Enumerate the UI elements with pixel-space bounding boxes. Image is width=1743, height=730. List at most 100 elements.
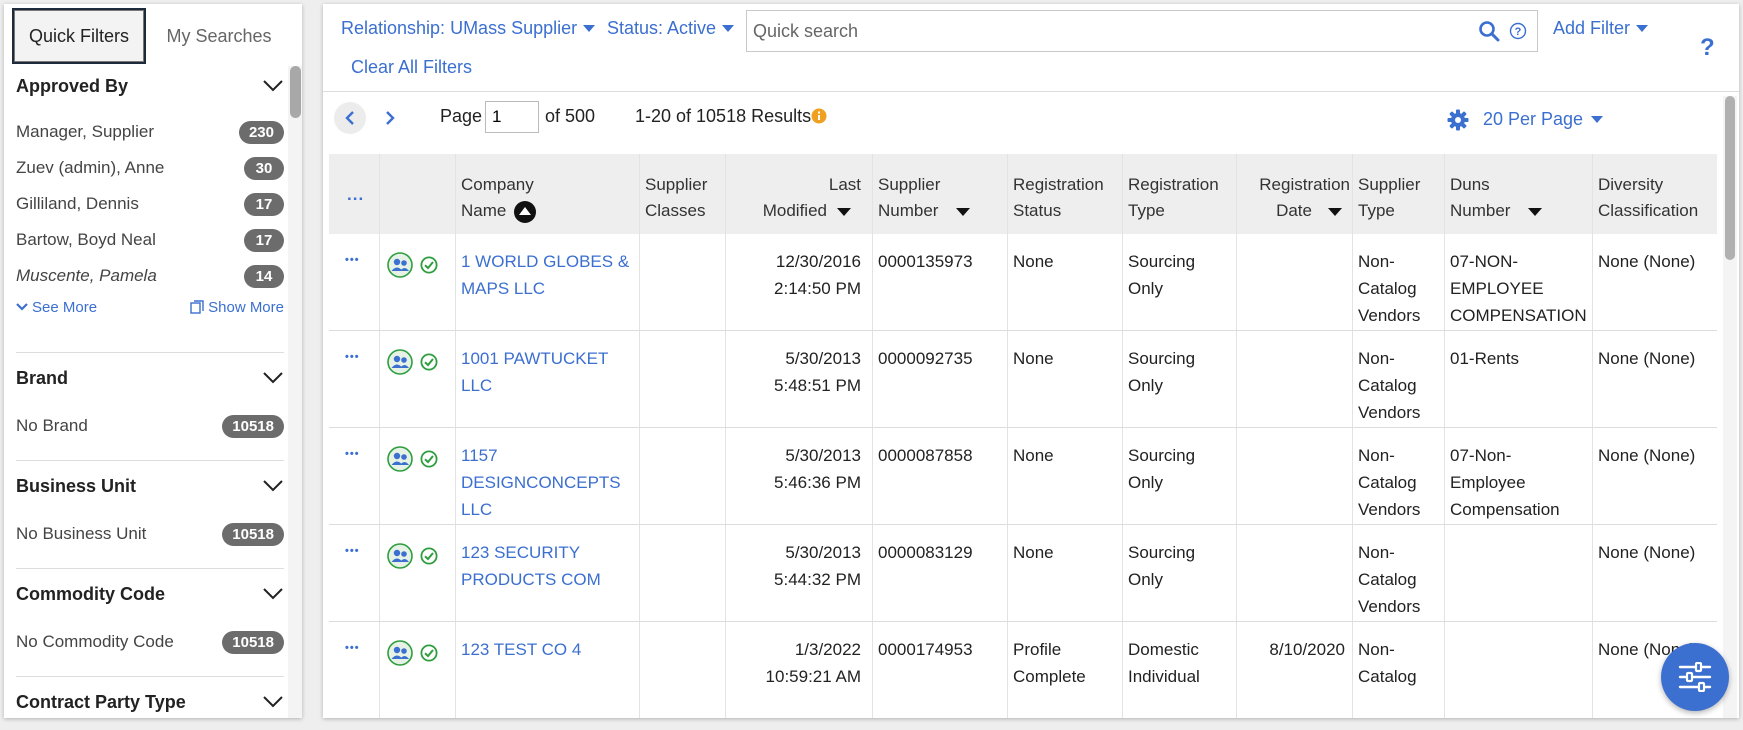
supplier-people-icon[interactable] bbox=[387, 543, 413, 569]
table-row[interactable]: ••• 123 SECURITY PRODUCTS COM 5/30/2013 5:44… bbox=[329, 525, 1717, 622]
table-row[interactable]: ••• 1001 PAWTUCKET LLC 5/30/2013 5:48:51 PM 0… bbox=[329, 331, 1717, 428]
cell-supplier-type: Non- Catalog Vendors bbox=[1358, 345, 1443, 426]
sort-down-icon[interactable] bbox=[1328, 207, 1342, 216]
header-supplier-type[interactable]: Supplier Type bbox=[1358, 154, 1438, 234]
show-more-link[interactable]: Show More bbox=[190, 299, 284, 316]
chevron-down-icon[interactable] bbox=[262, 79, 284, 93]
chevron-down-icon[interactable] bbox=[262, 479, 284, 493]
results-scrollbar[interactable] bbox=[1723, 96, 1737, 718]
prev-page-button[interactable] bbox=[334, 102, 366, 134]
quick-filters-panel: Quick Filters My Searches Approved By Ma… bbox=[4, 4, 302, 718]
next-page-button[interactable] bbox=[375, 102, 405, 134]
filter-scrollbar[interactable] bbox=[288, 66, 302, 718]
row-actions-menu[interactable]: ••• bbox=[345, 351, 360, 363]
header-supplier-number[interactable]: Supplier Number bbox=[878, 154, 988, 234]
supplier-people-icon[interactable] bbox=[387, 640, 413, 666]
cell-line[interactable]: PRODUCTS COM bbox=[461, 566, 637, 593]
table-row[interactable]: ••• 123 TEST CO 4 1/3/2022 10:59:21 AM 00001… bbox=[329, 622, 1717, 718]
see-more-link[interactable]: See More bbox=[16, 299, 97, 316]
section-header[interactable]: Contract Party Type bbox=[16, 684, 284, 718]
cell-company[interactable]: 123 TEST CO 4 bbox=[461, 636, 637, 663]
caret-down-icon bbox=[1591, 116, 1604, 123]
quick-search-input[interactable] bbox=[753, 17, 1453, 45]
cell-number: 0000092735 bbox=[878, 345, 1003, 372]
filter-option[interactable]: Muscente, Pamela 14 bbox=[16, 258, 284, 294]
filter-option[interactable]: Zuev (admin), Anne 30 bbox=[16, 150, 284, 186]
status-filter[interactable]: Status: Active bbox=[607, 18, 735, 39]
section-title: Brand bbox=[16, 367, 69, 388]
section-header[interactable]: Brand bbox=[16, 360, 284, 396]
row-actions-menu[interactable]: ••• bbox=[345, 545, 360, 557]
cell-line: 5:44:32 PM bbox=[774, 570, 861, 589]
cell-line: 0000174953 bbox=[878, 640, 973, 659]
section-header[interactable]: Business Unit bbox=[16, 468, 284, 504]
search-icon[interactable] bbox=[1478, 20, 1500, 42]
divider bbox=[16, 352, 284, 353]
header-supplier-classes[interactable]: Supplier Classes bbox=[645, 154, 725, 234]
cell-reg-type: Sourcing Only bbox=[1128, 442, 1233, 496]
supplier-people-icon[interactable] bbox=[387, 349, 413, 375]
sort-down-icon[interactable] bbox=[1528, 207, 1543, 216]
cell-company[interactable]: 1001 PAWTUCKET LLC bbox=[461, 345, 637, 399]
header-actions-menu[interactable]: ... bbox=[347, 154, 364, 234]
per-page-select[interactable]: 20 Per Page bbox=[1483, 109, 1604, 130]
row-actions-menu[interactable]: ••• bbox=[345, 254, 360, 266]
cell-line[interactable]: MAPS LLC bbox=[461, 275, 637, 302]
cell-line[interactable]: 1 WORLD GLOBES & bbox=[461, 248, 637, 275]
tab-quick-filters[interactable]: Quick Filters bbox=[12, 8, 146, 64]
sort-ascending-icon[interactable] bbox=[514, 200, 537, 223]
cell-line[interactable]: 1001 PAWTUCKET bbox=[461, 345, 637, 372]
cell-company[interactable]: 1157 DESIGNCONCEPTS LLC bbox=[461, 442, 637, 523]
cell-line[interactable]: 123 TEST CO 4 bbox=[461, 636, 637, 663]
filter-tabs: Quick Filters My Searches bbox=[12, 8, 294, 64]
table-row[interactable]: ••• 1157 DESIGNCONCEPTS LLC 5/30/2013 5:46:36… bbox=[329, 428, 1717, 525]
sort-down-icon[interactable] bbox=[956, 207, 971, 216]
filter-option[interactable]: No Business Unit 10518 bbox=[16, 516, 284, 552]
header-text: Duns bbox=[1450, 175, 1490, 194]
filter-option[interactable]: No Brand 10518 bbox=[16, 408, 284, 444]
section-header[interactable]: Approved By bbox=[16, 68, 284, 104]
supplier-people-icon[interactable] bbox=[387, 446, 413, 472]
help-button[interactable]: ? bbox=[1700, 34, 1715, 62]
chevron-down-icon[interactable] bbox=[262, 587, 284, 601]
cell-company[interactable]: 1 WORLD GLOBES & MAPS LLC bbox=[461, 248, 637, 302]
filter-option[interactable]: Bartow, Boyd Neal 17 bbox=[16, 222, 284, 258]
section-header[interactable]: Commodity Code bbox=[16, 576, 284, 612]
filter-option[interactable]: Gilliland, Dennis 17 bbox=[16, 186, 284, 222]
row-actions-menu[interactable]: ••• bbox=[345, 448, 360, 460]
cell-line[interactable]: LLC bbox=[461, 496, 637, 523]
header-diversity-classification[interactable]: Diversity Classification bbox=[1598, 154, 1716, 234]
filter-settings-fab[interactable] bbox=[1661, 643, 1729, 711]
filter-option[interactable]: No Commodity Code 10518 bbox=[16, 624, 284, 660]
header-registration-status[interactable]: Registration Status bbox=[1013, 154, 1123, 234]
sort-down-icon[interactable] bbox=[837, 207, 851, 216]
chevron-down-icon[interactable] bbox=[262, 695, 284, 709]
scrollbar-thumb[interactable] bbox=[1725, 96, 1735, 260]
supplier-people-icon[interactable] bbox=[387, 252, 413, 278]
cell-line[interactable]: LLC bbox=[461, 372, 637, 399]
cell-line[interactable]: DESIGNCONCEPTS bbox=[461, 469, 637, 496]
row-actions-menu[interactable]: ••• bbox=[345, 642, 360, 654]
cell-line[interactable]: 123 SECURITY bbox=[461, 539, 637, 566]
tab-my-searches[interactable]: My Searches bbox=[152, 8, 286, 64]
add-filter-button[interactable]: Add Filter bbox=[1553, 18, 1649, 39]
gear-icon[interactable] bbox=[1447, 109, 1469, 131]
header-registration-type[interactable]: Registration Type bbox=[1128, 154, 1238, 234]
scrollbar-thumb[interactable] bbox=[290, 66, 301, 118]
cell-company[interactable]: 123 SECURITY PRODUCTS COM bbox=[461, 539, 637, 593]
section-title: Contract Party Type bbox=[16, 691, 186, 712]
info-icon[interactable] bbox=[811, 108, 827, 124]
chevron-down-icon[interactable] bbox=[262, 371, 284, 385]
clear-all-filters-link[interactable]: Clear All Filters bbox=[351, 57, 472, 78]
cell-duns: 07-NON- EMPLOYEE COMPENSATION bbox=[1450, 248, 1590, 329]
header-registration-date[interactable]: Registration Date bbox=[1247, 154, 1350, 234]
relationship-filter[interactable]: Relationship: UMass Supplier bbox=[341, 18, 596, 39]
filter-option[interactable]: Manager, Supplier 230 bbox=[16, 114, 284, 150]
header-duns-number[interactable]: Duns Number bbox=[1450, 154, 1570, 234]
help-circle-icon[interactable]: ? bbox=[1509, 22, 1527, 40]
cell-line[interactable]: 1157 bbox=[461, 442, 637, 469]
header-last-modified[interactable]: Last Modified bbox=[725, 154, 861, 234]
header-company-name[interactable]: Company Name bbox=[461, 154, 621, 234]
page-number-input[interactable] bbox=[485, 101, 539, 133]
table-row[interactable]: ••• 1 WORLD GLOBES & MAPS LLC 12/30/2016 2:1… bbox=[329, 234, 1717, 331]
